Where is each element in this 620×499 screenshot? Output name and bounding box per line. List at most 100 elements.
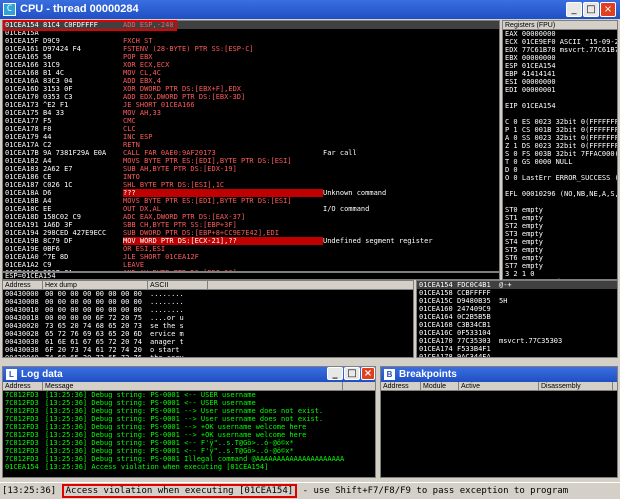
disasm-row[interactable]: 01CEA166 31C9 XOR ECX,ECX [3, 61, 499, 69]
register-line[interactable]: ST0 empty [503, 206, 617, 214]
log-row[interactable]: 7C812FD3 [13:25:36] Debug string: PS-0001… [3, 439, 375, 447]
register-line[interactable]: ST2 empty [503, 222, 617, 230]
stack-row[interactable]: 01CEA164 0C2B5B5B [417, 313, 617, 321]
stack-row[interactable]: 01CEA170 77C35303 msvcrt.77C35303 [417, 337, 617, 345]
disassembly-pane[interactable]: 01CEA154 81C4 C0FDFFFF ADD ESP,-240 01CEA15… [2, 20, 500, 272]
log-window[interactable]: L Log data _ □ × Address Message 7C812FD3… [2, 366, 376, 478]
dump-pane[interactable]: Address Hex dump ASCII 00430000 00 00 00 00… [2, 280, 414, 358]
register-line[interactable] [503, 94, 617, 102]
register-line[interactable]: EAX 00000000 [503, 30, 617, 38]
log-row[interactable]: 7C812FD3 [13:25:36] Debug string: PS-0001… [3, 431, 375, 439]
dump-row[interactable]: 00430028 65 72 76 69 63 65 20 6D ervice m [3, 330, 413, 338]
disasm-row[interactable]: 01CEA18C EE OUT DX,AL I/O command [3, 205, 499, 213]
register-line[interactable]: ST5 empty [503, 246, 617, 254]
log-row[interactable]: 7C812FD3 [13:25:36] Debug string: PS-0001… [3, 391, 375, 399]
register-line[interactable]: S 0 FS 003B 32bit 7FFAC000(FFF) [503, 150, 617, 158]
log-row[interactable]: 7C812FD3 [13:25:36] Debug string: PS-0001… [3, 447, 375, 455]
stack-row[interactable]: 01CEA16C 0F533104 [417, 329, 617, 337]
disasm-row[interactable]: 01CEA1A2 C9 LEAVE [3, 261, 499, 269]
disasm-row[interactable]: 01CEA19E 0BF6 OR ESI,ESI [3, 245, 499, 253]
dump-row[interactable]: 00430000 00 00 00 00 00 00 00 00........ [3, 290, 413, 298]
dump-row[interactable]: 00430030 61 6E 61 67 65 72 20 74 anager t [3, 338, 413, 346]
dump-row[interactable]: 00430040 74 68 65 20 73 65 72 76 the serv [3, 354, 413, 357]
log-row[interactable]: 01CEA154 [13:25:36] Access violation when… [3, 463, 375, 471]
disasm-row[interactable]: 01CEA161 D97424 F4 FSTENV (28-BYTE) PTR SS… [3, 45, 499, 53]
log-row[interactable]: 7C812FD3 [13:25:36] Debug string: PS-0001… [3, 407, 375, 415]
disasm-row[interactable]: 01CEA17B 9A 7381F29A E0A CALL FAR 0AE0:9AF… [3, 149, 499, 157]
log-row[interactable]: 7C812FD3 [13:25:36] Debug string: PS-0001… [3, 423, 375, 431]
register-line[interactable]: C 0 ES 0023 32bit 0(FFFFFFFF) [503, 118, 617, 126]
register-line[interactable]: ST7 empty [503, 262, 617, 270]
stack-row[interactable]: 01CEA15C D9480B35 5H [417, 297, 617, 305]
register-line[interactable]: 3 2 1 0 [503, 270, 617, 278]
disasm-row[interactable]: 01CEA16D 3153 0F XOR DWORD PTR DS:[EBX+F],… [3, 85, 499, 93]
register-line[interactable]: ESI 00000000 [503, 78, 617, 86]
log-row[interactable]: 7C812FD3 [13:25:36] Debug string: PS-0001… [3, 455, 375, 463]
disasm-row[interactable]: 01CEA168 B1 4C MOV CL,4C [3, 69, 499, 77]
disasm-row[interactable]: 01CEA1A0 ^7E 8D JLE SHORT 01CEA12F [3, 253, 499, 261]
disasm-row[interactable]: 01CEA19B 8C79 DF MOV WORD PTR DS:[ECX-21],… [3, 237, 499, 245]
register-line[interactable] [503, 182, 617, 190]
stack-row[interactable]: 01CEA174 F533B4F1 [417, 345, 617, 353]
disasm-row[interactable]: 01CEA183 2A62 E7 SUB AH,BYTE PTR DS:[EDX-1… [3, 165, 499, 173]
stack-row[interactable]: 01CEA158 CCBFFFFF [417, 289, 617, 297]
register-line[interactable]: O 0 LastErr ERROR_SUCCESS (0 [503, 174, 617, 182]
disasm-row[interactable]: 01CEA15F D9C9 FXCH ST [3, 37, 499, 45]
log-row[interactable]: 7C812FD3 [13:25:36] Debug string: PS-0001… [3, 415, 375, 423]
disasm-row[interactable]: 01CEA187 C026 1C SHL BYTE PTR DS:[ESI],1C [3, 181, 499, 189]
stack-list[interactable]: 01CEA154 FDC0C4B1 @-+ 01CEA158 CCBFFFFF 01CEA… [417, 281, 617, 357]
disasm-row[interactable]: 01CEA16A 83C3 04 ADD EBX,4 [3, 77, 499, 85]
disasm-row[interactable]: 01CEA191 1A6D 3F SBB CH,BYTE PTR SS:[EBP+3… [3, 221, 499, 229]
log-titlebar[interactable]: L Log data _ □ × [3, 367, 375, 382]
register-line[interactable]: EIP 01CEA154 [503, 102, 617, 110]
log-minimize-button[interactable]: _ [327, 367, 343, 380]
disassembly-list[interactable]: 01CEA154 81C4 C0FDFFFF ADD ESP,-240 01CEA15… [3, 21, 499, 271]
log-close-button[interactable]: × [361, 367, 375, 380]
disasm-row[interactable]: 01CEA17A C2 RETN [3, 141, 499, 149]
register-line[interactable]: ST1 empty [503, 214, 617, 222]
disasm-row[interactable]: 01CEA186 CE INTO [3, 173, 499, 181]
dump-row[interactable]: 00430018 00 00 00 00 6F 72 20 75 ....or u [3, 314, 413, 322]
dump-list[interactable]: 00430000 00 00 00 00 00 00 00 00........ 0… [3, 290, 413, 357]
register-line[interactable]: Z 1 DS 0023 32bit 0(FFFFFFFF) [503, 142, 617, 150]
register-line[interactable]: ST3 empty [503, 230, 617, 238]
register-line[interactable]: ST4 empty [503, 238, 617, 246]
disasm-row[interactable]: 01CEA175 B4 33 MOV AH,33 [3, 109, 499, 117]
disasm-row[interactable]: 01CEA165 5B POP EBX [3, 53, 499, 61]
dump-row[interactable]: 00430010 00 00 00 00 00 00 00 00........ [3, 306, 413, 314]
disasm-row[interactable]: 01CEA179 44 INC ESP [3, 133, 499, 141]
log-maximize-button[interactable]: □ [344, 367, 360, 380]
dump-row[interactable]: 00430008 00 00 00 00 00 00 00 00........ [3, 298, 413, 306]
register-line[interactable]: ST6 empty [503, 254, 617, 262]
log-list[interactable]: 7C812FD3 [13:25:36] Debug string: PS-0001… [3, 391, 375, 477]
disasm-row[interactable]: 01CEA178 F8 CLC [3, 125, 499, 133]
disasm-row[interactable]: 01CEA177 F5 CMC [3, 117, 499, 125]
disasm-row[interactable]: 01CEA18D 158C02 C9 ADC EAX,DWORD PTR DS:[E… [3, 213, 499, 221]
breakpoints-list[interactable] [381, 391, 617, 477]
registers-pane[interactable]: Registers (FPU) EAX 00000000 ECX 01CE9EF0… [502, 20, 618, 280]
disasm-row[interactable]: 01CEA182 A4 MOVS BYTE PTR ES:[EDI],BYTE PT… [3, 157, 499, 165]
register-line[interactable] [503, 110, 617, 118]
disasm-row[interactable]: 01CEA18B A4 MOVS BYTE PTR ES:[EDI],BYTE PT… [3, 197, 499, 205]
breakpoints-titlebar[interactable]: B Breakpoints [381, 367, 617, 382]
breakpoints-window[interactable]: B Breakpoints Address Module Active Disasse… [380, 366, 618, 478]
register-line[interactable]: EDI 00000001 [503, 86, 617, 94]
log-row[interactable]: 7C812FD3 [13:25:36] Debug string: PS-0001… [3, 399, 375, 407]
register-line[interactable] [503, 198, 617, 206]
maximize-button[interactable]: □ [583, 2, 599, 17]
register-line[interactable]: P 1 CS 001B 32bit 0(FFFFFFFF) [503, 126, 617, 134]
register-line[interactable]: EBP 41414141 [503, 70, 617, 78]
window-titlebar[interactable]: CPU - thread 00000284 [0, 0, 620, 19]
register-line[interactable]: A 0 SS 0023 32bit 0(FFFFFFFF) [503, 134, 617, 142]
register-line[interactable]: EFL 00010296 (NO,NB,NE,A,S,PE [503, 190, 617, 198]
disasm-row[interactable]: 01CEA170 0353 C3 ADD EDX,DWORD PTR DS:[EBX… [3, 93, 499, 101]
close-button[interactable]: × [600, 2, 616, 17]
registers-list[interactable]: EAX 00000000 ECX 01CE9EF0 ASCII "15-09-20… [503, 30, 617, 279]
register-line[interactable]: EBX 00000000 [503, 54, 617, 62]
register-line[interactable]: T 0 GS 0000 NULL [503, 158, 617, 166]
stack-row[interactable]: 01CEA160 247409C9 [417, 305, 617, 313]
register-line[interactable]: EDX 77C61B78 msvcrt.77C61B78 [503, 46, 617, 54]
minimize-button[interactable]: _ [566, 2, 582, 17]
register-line[interactable]: D 0 [503, 166, 617, 174]
stack-pane[interactable]: 01CEA154 FDC0C4B1 @-+ 01CEA158 CCBFFFFF 01CEA… [416, 280, 618, 358]
